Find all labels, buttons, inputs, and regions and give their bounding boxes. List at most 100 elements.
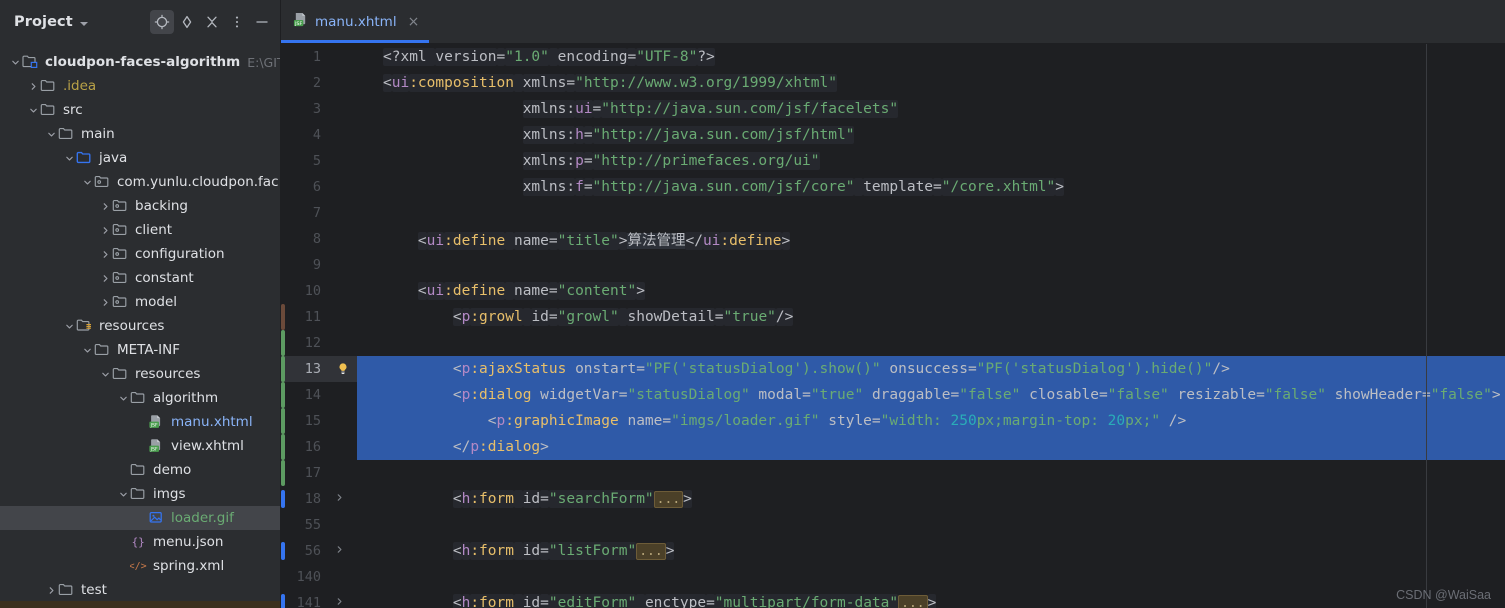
code-line[interactable]: 55 <box>281 512 1505 538</box>
chevron-down-icon[interactable] <box>62 314 76 338</box>
tree-item-loader-gif[interactable]: loader.gif <box>0 506 280 530</box>
code-line[interactable]: 16 </p:dialog> <box>281 434 1505 460</box>
intention-bulb-icon[interactable] <box>329 361 357 377</box>
more-options-icon[interactable] <box>225 10 249 34</box>
code-line[interactable]: 5 xmlns:p="http://primefaces.org/ui" <box>281 148 1505 174</box>
chevron-right-icon[interactable] <box>26 74 40 98</box>
svg-text:JSF: JSF <box>150 423 158 429</box>
tree-item-backing[interactable]: backing <box>0 194 280 218</box>
code-line[interactable]: 1 <?xml version="1.0" encoding="UTF-8"?> <box>281 44 1505 70</box>
line-number: 55 <box>304 517 321 533</box>
tree-item-model[interactable]: model <box>0 290 280 314</box>
code-line[interactable]: 2 <ui:composition xmlns="http://www.w3.or… <box>281 70 1505 96</box>
code-line[interactable]: 141 <h:form id="editForm" enctype="multi… <box>281 590 1505 608</box>
editor-tab-label: manu.xhtml <box>315 13 397 30</box>
code-line[interactable]: 14 <p:dialog widgetVar = "statusDialog" mo… <box>281 382 1505 408</box>
tree-item-resources[interactable]: resources <box>0 362 280 386</box>
code-token: h <box>575 126 584 144</box>
tree-item-view-xhtml[interactable]: JSF view.xhtml <box>0 434 280 458</box>
code-token: > <box>1055 178 1064 196</box>
project-tree[interactable]: cloudpon-faces-algorithm E:\GIT\c .idea src… <box>0 44 280 608</box>
svg-text:</>: </> <box>130 561 147 572</box>
tree-item-configuration[interactable]: configuration <box>0 242 280 266</box>
code-line[interactable]: 7 <box>281 200 1505 226</box>
code-line[interactable]: 13 <p:ajaxStatus onstart="PF('statusDial… <box>281 356 1505 382</box>
tree-item-algorithm[interactable]: algorithm <box>0 386 280 410</box>
code-line[interactable]: 6 xmlns:f="http://java.sun.com/jsf/core"… <box>281 174 1505 200</box>
tree-item-demo[interactable]: demo <box>0 458 280 482</box>
chevron-down-icon[interactable] <box>80 170 94 194</box>
fold-toggle[interactable] <box>329 493 357 505</box>
tree-item-label: menu.json <box>153 534 224 550</box>
code-line[interactable]: 18 <h:form id="searchForm"... > <box>281 486 1505 512</box>
code-token: "content" <box>557 282 637 300</box>
chevron-down-icon[interactable] <box>62 146 76 170</box>
hide-icon[interactable] <box>250 10 274 34</box>
code-line[interactable]: 17 <box>281 460 1505 486</box>
folded-code-placeholder[interactable]: ... <box>636 543 666 560</box>
tree-item-resources[interactable]: resources <box>0 314 280 338</box>
code-line[interactable]: 3 xmlns:ui="http://java.sun.com/jsf/face… <box>281 96 1505 122</box>
code-token: xmlns: <box>522 126 576 144</box>
chevron-down-icon[interactable] <box>8 50 22 74</box>
code-line[interactable]: 8 <ui:define name="title">算法管理</ui:defin… <box>281 226 1505 252</box>
tree-item-client[interactable]: client <box>0 218 280 242</box>
close-icon[interactable]: × <box>408 15 420 29</box>
chevron-right-icon[interactable] <box>98 242 112 266</box>
tree-item-cloudpon-faces-algorithm[interactable]: cloudpon-faces-algorithm E:\GIT\c <box>0 50 280 74</box>
line-number: 56 <box>304 543 321 559</box>
code-line[interactable]: 140 <box>281 564 1505 590</box>
tree-item-com-yunlu-cloudpon-fac[interactable]: com.yunlu.cloudpon.fac <box>0 170 280 194</box>
chevron-down-icon[interactable] <box>116 386 130 410</box>
chevron-down-icon[interactable] <box>44 122 58 146</box>
folder-icon <box>58 126 76 142</box>
fold-toggle[interactable] <box>329 545 357 557</box>
tree-item-meta-inf[interactable]: META-INF <box>0 338 280 362</box>
code-line[interactable]: 9 <box>281 252 1505 278</box>
project-panel-title[interactable]: Project <box>14 14 73 30</box>
code-token: :define <box>720 231 782 250</box>
tree-item-label: resources <box>99 318 165 334</box>
fold-toggle[interactable] <box>329 597 357 608</box>
tree-item-menu-json[interactable]: {} menu.json <box>0 530 280 554</box>
tree-item-test[interactable]: test <box>0 578 280 602</box>
code-token: ui <box>391 74 410 92</box>
chevron-right-icon[interactable] <box>44 578 58 602</box>
code-editor[interactable]: 1 <?xml version="1.0" encoding="UTF-8"?> 2… <box>281 44 1505 608</box>
chevron-down-icon[interactable] <box>79 21 88 26</box>
code-line[interactable]: 56 <h:form id="listForm"... > <box>281 538 1505 564</box>
collapse-all-icon[interactable] <box>200 10 224 34</box>
editor-tab-manu-xhtml[interactable]: JSF manu.xhtml × <box>281 0 430 43</box>
code-token: "http://java.sun.com/jsf/html" <box>592 126 855 144</box>
chevron-right-icon[interactable] <box>98 266 112 290</box>
chevron-down-icon[interactable] <box>116 482 130 506</box>
code-text: <ui:define name="content"> <box>383 282 1505 300</box>
code-token: < <box>417 282 427 300</box>
tree-item-spring-xml[interactable]: </> spring.xml <box>0 554 280 578</box>
code-line[interactable]: 15 <p:graphicImage name="imgs/loader.gif… <box>281 408 1505 434</box>
code-lines[interactable]: 1 <?xml version="1.0" encoding="UTF-8"?> 2… <box>281 44 1505 608</box>
chevron-right-icon[interactable] <box>98 290 112 314</box>
folded-code-placeholder[interactable]: ... <box>653 491 684 508</box>
tree-item-constant[interactable]: constant <box>0 266 280 290</box>
folded-code-placeholder[interactable]: ... <box>898 595 928 608</box>
chevron-right-icon[interactable] <box>98 218 112 242</box>
tree-item-imgs[interactable]: imgs <box>0 482 280 506</box>
tree-item-java[interactable]: java <box>0 146 280 170</box>
tree-item-manu-xhtml[interactable]: JSF manu.xhtml <box>0 410 280 434</box>
code-line[interactable]: 11 <p:growl id="growl" showDetail="true"… <box>281 304 1505 330</box>
chevron-down-icon[interactable] <box>26 98 40 122</box>
code-line[interactable]: 4 xmlns:h="http://java.sun.com/jsf/html" <box>281 122 1505 148</box>
select-opened-file-icon[interactable] <box>150 10 174 34</box>
chevron-right-icon[interactable] <box>98 194 112 218</box>
tree-item-src[interactable]: src <box>0 98 280 122</box>
code-line[interactable]: 10 <ui:define name="content"> <box>281 278 1505 304</box>
tree-item-main[interactable]: main <box>0 122 280 146</box>
jsf-file-icon: JSF <box>293 12 308 31</box>
chevron-down-icon[interactable] <box>98 362 112 386</box>
chevron-down-icon[interactable] <box>80 338 94 362</box>
code-line[interactable]: 12 <box>281 330 1505 356</box>
expand-all-icon[interactable] <box>175 10 199 34</box>
tree-item--idea[interactable]: .idea <box>0 74 280 98</box>
